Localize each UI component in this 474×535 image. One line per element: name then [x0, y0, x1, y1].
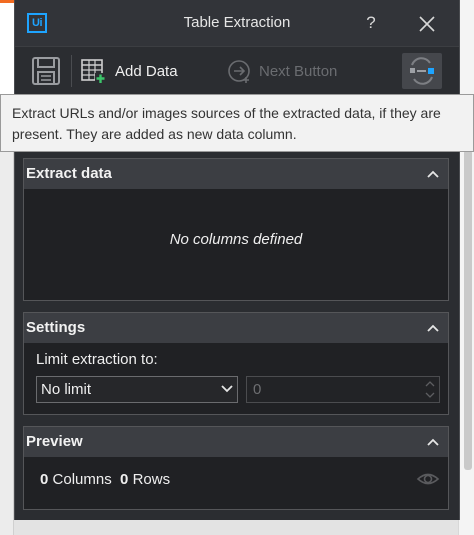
close-icon	[419, 16, 435, 32]
settings-header[interactable]: Settings	[24, 313, 448, 343]
correlate-urls-icon	[410, 57, 434, 85]
add-data-icon	[81, 59, 106, 84]
limit-extraction-label: Limit extraction to:	[36, 351, 158, 368]
next-button[interactable]: Next Button	[227, 55, 337, 87]
background-scrollbar[interactable]	[464, 150, 472, 470]
tooltip: Extract URLs and/or images sources of th…	[0, 94, 474, 152]
columns-count: 0	[40, 471, 49, 488]
limit-count-value: 0	[253, 381, 262, 398]
preview-title: Preview	[26, 433, 83, 450]
save-icon	[32, 57, 60, 85]
save-button[interactable]	[29, 55, 63, 87]
add-data-label: Add Data	[115, 62, 178, 80]
chevron-down-icon	[221, 385, 233, 393]
close-button[interactable]	[415, 12, 439, 36]
limit-extraction-dropdown[interactable]: No limit	[36, 376, 238, 403]
chevron-up-icon[interactable]	[426, 167, 440, 181]
toolbar: Add Data Next Button	[15, 46, 459, 94]
settings-title: Settings	[26, 319, 86, 336]
settings-section: Settings Limit extraction to: No limit 0	[23, 312, 449, 415]
extract-correlated-data-button[interactable]	[402, 53, 442, 89]
limit-selected-value: No limit	[41, 381, 92, 398]
next-button-icon	[228, 60, 250, 83]
help-button[interactable]: ?	[359, 12, 383, 34]
title-bar: Ui Table Extraction ?	[15, 0, 459, 46]
extract-data-title: Extract data	[26, 165, 112, 182]
spin-down-icon[interactable]	[425, 391, 435, 399]
next-button-label: Next Button	[259, 62, 338, 80]
window-title: Table Extraction	[183, 14, 291, 31]
preview-header[interactable]: Preview	[24, 427, 448, 457]
eye-icon[interactable]	[416, 469, 440, 489]
spin-up-icon[interactable]	[425, 380, 435, 388]
rows-count: 0	[120, 471, 129, 488]
no-columns-message: No columns defined	[169, 231, 303, 248]
background-left-panel	[0, 100, 14, 535]
preview-section: Preview 0 Columns 0 Rows	[23, 426, 449, 510]
rows-label: Rows	[132, 471, 171, 488]
chevron-up-icon[interactable]	[426, 435, 440, 449]
chevron-up-icon[interactable]	[426, 321, 440, 335]
table-extraction-window: Ui Table Extraction ? Add Data Next Butt…	[14, 0, 460, 520]
preview-counts: 0 Columns 0 Rows	[40, 471, 170, 488]
columns-label: Columns	[52, 471, 112, 488]
extract-data-header[interactable]: Extract data	[24, 159, 448, 189]
toolbar-separator	[71, 55, 72, 87]
add-data-button[interactable]: Add Data	[79, 55, 178, 87]
extract-data-section: Extract data No columns defined	[23, 158, 449, 301]
extract-data-body: No columns defined	[24, 189, 448, 300]
preview-body: 0 Columns 0 Rows	[24, 457, 448, 509]
settings-body: Limit extraction to: No limit 0	[24, 343, 448, 415]
limit-count-input[interactable]: 0	[246, 376, 440, 403]
